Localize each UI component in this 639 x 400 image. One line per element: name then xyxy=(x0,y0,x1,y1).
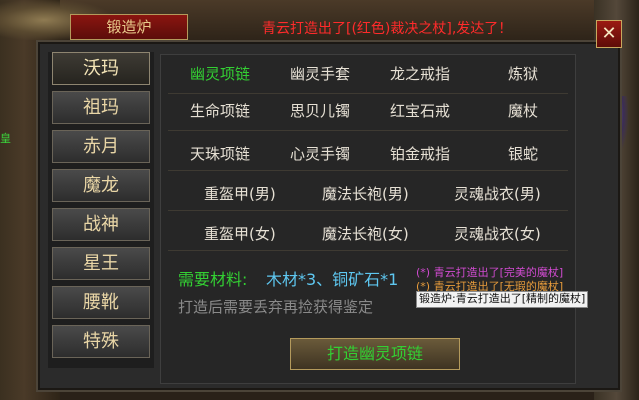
system-announcement: 青云打造出了[(红色)裁决之杖],发达了！ xyxy=(262,21,513,37)
tab-zuma[interactable]: 祖玛 xyxy=(52,91,150,124)
recipe-item[interactable]: 重盔甲(女) xyxy=(204,225,276,243)
tab-zhanshen[interactable]: 战神 xyxy=(52,208,150,241)
recipe-item[interactable]: 银蛇 xyxy=(508,145,538,163)
tab-teshu[interactable]: 特殊 xyxy=(52,325,150,358)
window-title: 锻造炉 xyxy=(70,14,188,40)
row-divider xyxy=(168,130,568,131)
row-divider xyxy=(168,210,568,211)
tab-molong[interactable]: 魔龙 xyxy=(52,169,150,202)
recipe-item[interactable]: 炼狱 xyxy=(508,65,538,83)
recipe-item[interactable]: 灵魂战衣(女) xyxy=(454,225,541,243)
recipe-item[interactable]: 天珠项链 xyxy=(190,145,250,163)
player-name-left: 皇 xyxy=(0,132,11,145)
recipe-item[interactable]: 幽灵手套 xyxy=(290,65,350,83)
tab-woma[interactable]: 沃玛 xyxy=(52,52,150,85)
recipe-item[interactable]: 生命项链 xyxy=(190,102,250,120)
tab-xingwang[interactable]: 星王 xyxy=(52,247,150,280)
recipe-item[interactable]: 重盔甲(男) xyxy=(204,185,276,203)
tab-chiyue[interactable]: 赤月 xyxy=(52,130,150,163)
materials-label: 需要材料: xyxy=(178,270,248,289)
row-divider xyxy=(168,170,568,171)
materials-value: 木材*3、铜矿石*1 xyxy=(266,270,399,289)
chat-tooltip: 锻造炉:青云打造出了[精制的魔杖] xyxy=(416,291,589,308)
identify-hint: 打造后需要丢弃再捡获得鉴定 xyxy=(178,298,374,316)
tab-yaoxue[interactable]: 腰靴 xyxy=(52,286,150,319)
recipe-item[interactable]: 魔杖 xyxy=(508,102,538,120)
recipe-item[interactable]: 心灵手镯 xyxy=(290,145,350,163)
recipe-item[interactable]: 灵魂战衣(男) xyxy=(454,185,541,203)
recipe-item[interactable]: 幽灵项链 xyxy=(190,65,250,83)
row-divider xyxy=(168,250,568,251)
close-button[interactable]: ✕ xyxy=(596,20,622,48)
recipe-item[interactable]: 思贝儿镯 xyxy=(290,102,350,120)
recipe-item[interactable]: 龙之戒指 xyxy=(390,65,450,83)
recipe-item[interactable]: 铂金戒指 xyxy=(390,145,450,163)
row-divider xyxy=(168,93,568,94)
recipe-item[interactable]: 魔法长袍(女) xyxy=(322,225,409,243)
recipe-item[interactable]: 魔法长袍(男) xyxy=(322,185,409,203)
recipe-item[interactable]: 红宝石戒 xyxy=(390,102,450,120)
category-tabs: 沃玛 祖玛 赤月 魔龙 战神 星王 腰靴 特殊 xyxy=(48,52,154,368)
craft-button[interactable]: 打造幽灵项链 xyxy=(290,338,460,370)
